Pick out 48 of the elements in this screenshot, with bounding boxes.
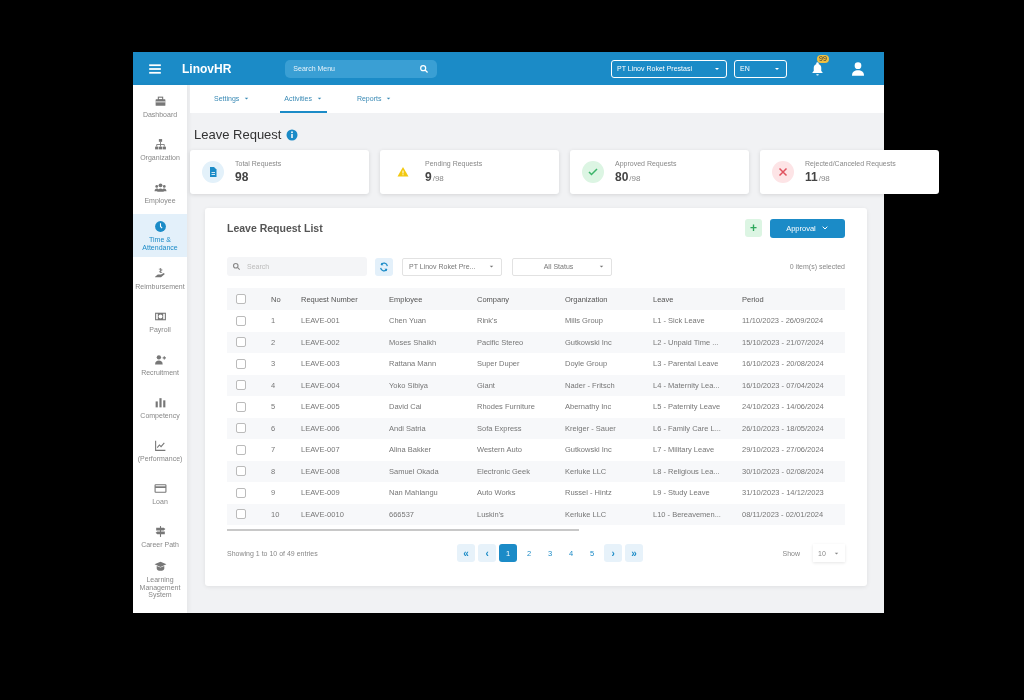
line-chart-icon: [153, 438, 167, 452]
row-checkbox[interactable]: [236, 401, 246, 412]
check-icon: [587, 166, 599, 178]
row-checkbox[interactable]: [236, 337, 246, 348]
stat-value: 80: [615, 170, 629, 184]
row-checkbox[interactable]: [236, 380, 246, 391]
page-title: Leave Request: [194, 127, 282, 142]
stat-value: 9: [425, 170, 432, 184]
list-title: Leave Request List: [227, 222, 323, 234]
person-plus-icon: [153, 352, 167, 366]
hand-coin-icon: [153, 266, 167, 280]
bell-icon: [810, 61, 825, 76]
row-checkbox[interactable]: [236, 444, 246, 455]
stat-total: /98: [629, 174, 641, 184]
card-icon: [153, 481, 167, 495]
org-chart-icon: [153, 137, 167, 151]
briefcase-icon: [153, 94, 167, 108]
scrollbar[interactable]: [227, 529, 579, 531]
info-icon: [286, 128, 299, 141]
brand-logo: LinovHR: [182, 61, 232, 76]
select-all-checkbox[interactable]: [236, 294, 246, 304]
menu-icon: [148, 61, 162, 76]
chevron-down-icon: [820, 224, 829, 232]
stat-total: /98: [818, 174, 830, 184]
stat-total: /98: [432, 174, 444, 184]
close-icon: [777, 166, 789, 178]
row-checkbox[interactable]: [236, 509, 246, 520]
warning-icon: [397, 166, 409, 178]
document-icon: [207, 166, 219, 178]
search-icon: [419, 63, 430, 74]
graduation-cap-icon: [153, 559, 167, 573]
bar-chart-icon: [153, 395, 167, 409]
caret-icon: [488, 263, 495, 270]
people-icon: [153, 180, 167, 194]
row-checkbox[interactable]: [236, 466, 246, 477]
row-checkbox[interactable]: [236, 487, 246, 498]
stat-value: 98: [235, 170, 249, 184]
clock-icon: [153, 219, 167, 233]
row-checkbox[interactable]: [236, 358, 246, 369]
row-checkbox[interactable]: [236, 315, 246, 326]
caret-icon: [598, 263, 605, 270]
signpost-icon: [153, 524, 167, 538]
stat-value: 11: [805, 170, 818, 184]
refresh-button[interactable]: [375, 257, 393, 276]
add-button[interactable]: +: [745, 219, 762, 237]
refresh-icon: [379, 261, 389, 272]
row-checkbox[interactable]: [236, 423, 246, 434]
user-icon: [850, 60, 866, 77]
